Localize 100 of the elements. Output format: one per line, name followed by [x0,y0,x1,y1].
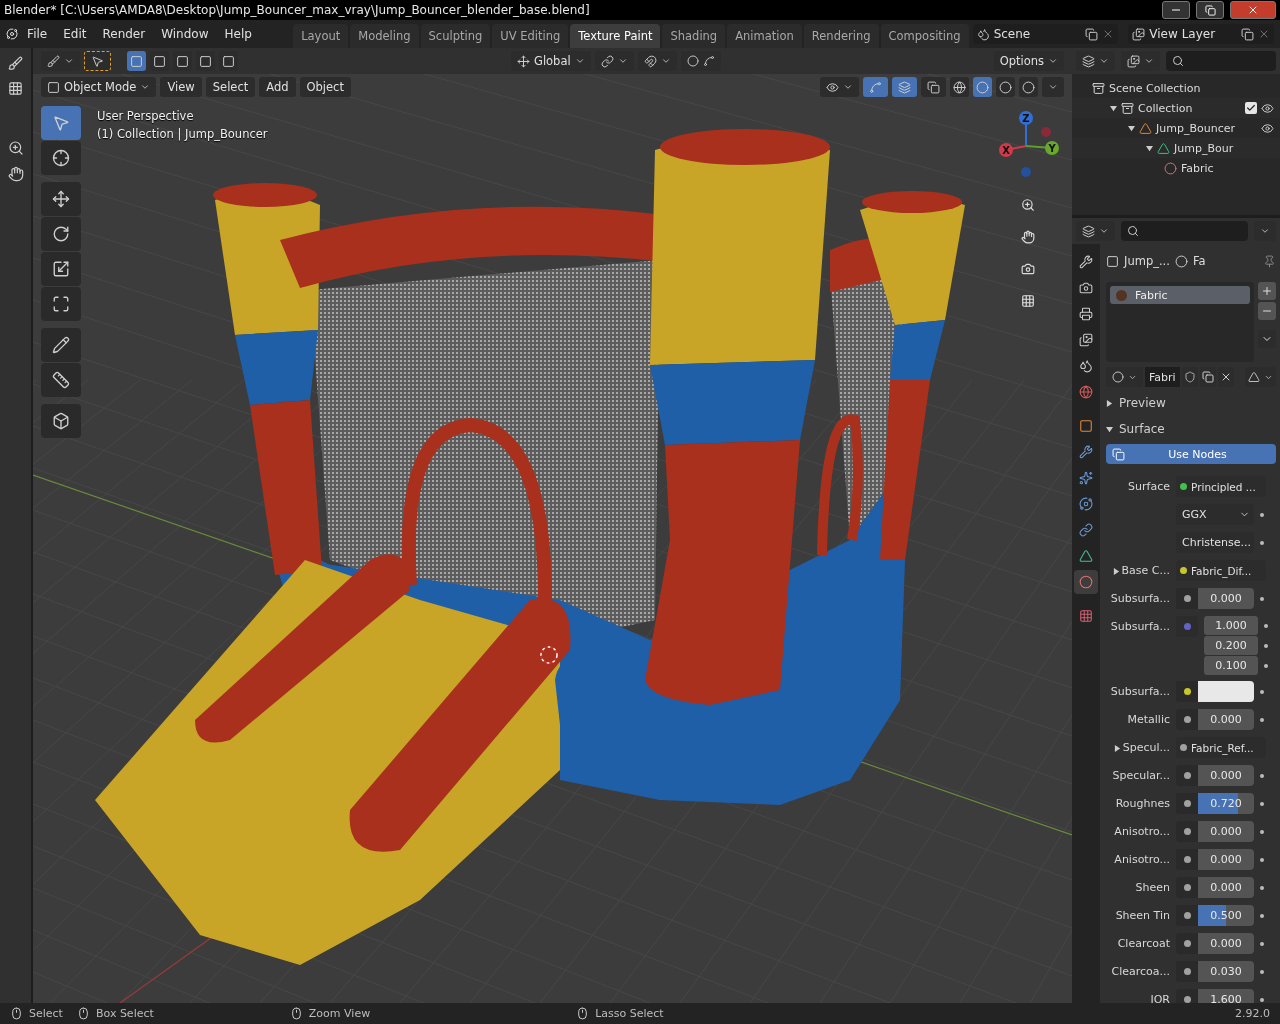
select-mode-button[interactable] [173,51,192,71]
shading-mode-button[interactable] [1019,77,1038,97]
copy-icon[interactable] [1241,27,1254,41]
triangle-icon[interactable] [1157,141,1170,155]
tool-button[interactable] [41,287,81,321]
zoom-icon[interactable] [7,140,24,156]
menu-item[interactable]: Edit [56,24,94,44]
link-dropdown[interactable] [1245,367,1276,387]
restore-button[interactable] [1196,1,1224,19]
select-mode-button[interactable] [196,51,215,71]
triangle-icon[interactable] [1139,121,1152,135]
viewport-menu[interactable]: View [160,77,202,97]
workspace-tab[interactable]: Layout [293,24,349,48]
workspace-tab[interactable]: UV Editing [492,24,569,48]
options-dropdown[interactable]: Options [993,51,1064,71]
workspace-tab[interactable]: Modeling [350,24,419,48]
sphere-icon[interactable] [1164,161,1177,175]
display-mode-dropdown[interactable] [1076,51,1115,71]
tool-button[interactable] [41,252,81,286]
navigation-gizmo-drawing[interactable]: X Y Z [990,106,1066,186]
shading-mode-button[interactable] [950,77,969,97]
disclosure-triangle-icon[interactable] [1146,144,1153,152]
add-button[interactable] [1258,282,1276,300]
fake-user-button[interactable] [1181,367,1198,387]
disclosure-triangle-icon[interactable] [1112,567,1120,575]
editor-type-button[interactable] [1076,221,1115,241]
panel-header[interactable]: Preview [1106,392,1276,414]
tool-button[interactable] [41,363,81,397]
checker-icon[interactable] [8,81,23,96]
menu-item[interactable]: File [20,24,55,44]
unlink-button[interactable] [1217,367,1234,387]
number-field[interactable]: 0.200 [1204,636,1258,655]
eye-icon[interactable] [1261,101,1274,115]
viewport-menu[interactable]: Select [205,77,256,97]
visibility-dropdown[interactable] [820,77,859,97]
select-tool-button[interactable] [84,51,111,71]
minimize-button[interactable] [1162,1,1190,19]
tool-button[interactable] [41,141,81,175]
disclosure-triangle-icon[interactable] [1110,104,1117,112]
workspace-tab[interactable]: Compositing [880,24,969,48]
menu-item[interactable]: Render [95,24,153,44]
menu-item[interactable]: Window [154,24,216,44]
remove-button[interactable] [1258,302,1276,320]
scene-icon[interactable] [976,27,990,41]
workspace-tab[interactable]: Shading [662,24,726,48]
box-icon[interactable] [1121,101,1134,115]
close-icon[interactable] [1258,28,1270,40]
pin-icon[interactable] [1263,254,1276,268]
select-mode-button[interactable] [127,51,146,71]
workspace-tab[interactable]: Texture Paint [570,24,661,48]
app-logo-icon[interactable] [6,26,19,42]
browse-material-button[interactable] [1106,367,1143,387]
scene-selector[interactable]: Scene [972,24,1119,44]
select-mode-button[interactable] [219,51,238,71]
menu-item[interactable]: Help [217,24,259,44]
view-layer-selector[interactable]: View Layer [1128,24,1274,44]
number-field[interactable]: 0.100 [1204,656,1258,675]
orientation-dropdown[interactable]: Global [510,51,591,71]
tool-button[interactable] [41,217,81,251]
editor-type-button[interactable] [41,51,80,71]
disclosure-triangle-icon[interactable] [1128,124,1135,132]
overlays-toggle[interactable] [892,77,917,97]
workspace-tab[interactable]: Sculpting [420,24,491,48]
viewport-menu[interactable]: Object [299,77,351,97]
workspace-tab[interactable]: Rendering [803,24,879,48]
number-field[interactable]: 1.000 [1204,616,1258,635]
xray-toggle[interactable] [921,77,946,97]
snap-dropdown[interactable] [637,51,677,71]
box-icon[interactable] [1092,81,1105,95]
images-icon[interactable] [1132,27,1146,41]
node-link-field[interactable]: Fabric_Dif... [1176,560,1266,581]
shading-mode-button[interactable] [996,77,1015,97]
tool-button[interactable] [41,182,81,216]
select-mode-button[interactable] [150,51,169,71]
gizmo-toggle[interactable] [863,77,888,97]
workspace-tab[interactable]: Animation [727,24,802,48]
disclosure-triangle-icon[interactable] [1106,425,1113,433]
brush-icon[interactable] [8,56,23,71]
dropdown[interactable]: GGX [1176,504,1254,525]
filter-dropdown[interactable] [1121,51,1160,71]
mode-dropdown[interactable]: Object Mode [41,77,157,97]
viewport-menu[interactable]: Add [259,77,296,97]
duplicate-button[interactable] [1199,367,1216,387]
dropdown[interactable]: Christense... [1176,532,1254,553]
disclosure-triangle-icon[interactable] [1106,399,1113,407]
panel-header[interactable]: Surface [1106,418,1276,440]
material-name-field[interactable]: Fabri [1145,367,1180,387]
hand-icon[interactable] [7,166,24,182]
tool-button[interactable] [41,404,81,438]
checkbox[interactable] [1245,102,1257,114]
material-slot[interactable]: Fabric [1110,286,1250,304]
eye-icon[interactable] [1261,121,1274,135]
proportional-button[interactable] [680,51,721,71]
copy-icon[interactable] [1085,27,1099,41]
search-field[interactable] [1166,51,1276,71]
node-link-field[interactable]: Principled ... [1176,476,1266,497]
pivot-dropdown[interactable] [594,51,634,71]
search-field[interactable] [1121,221,1248,241]
disclosure-triangle-icon[interactable] [1113,744,1121,752]
tool-button[interactable] [41,328,81,362]
